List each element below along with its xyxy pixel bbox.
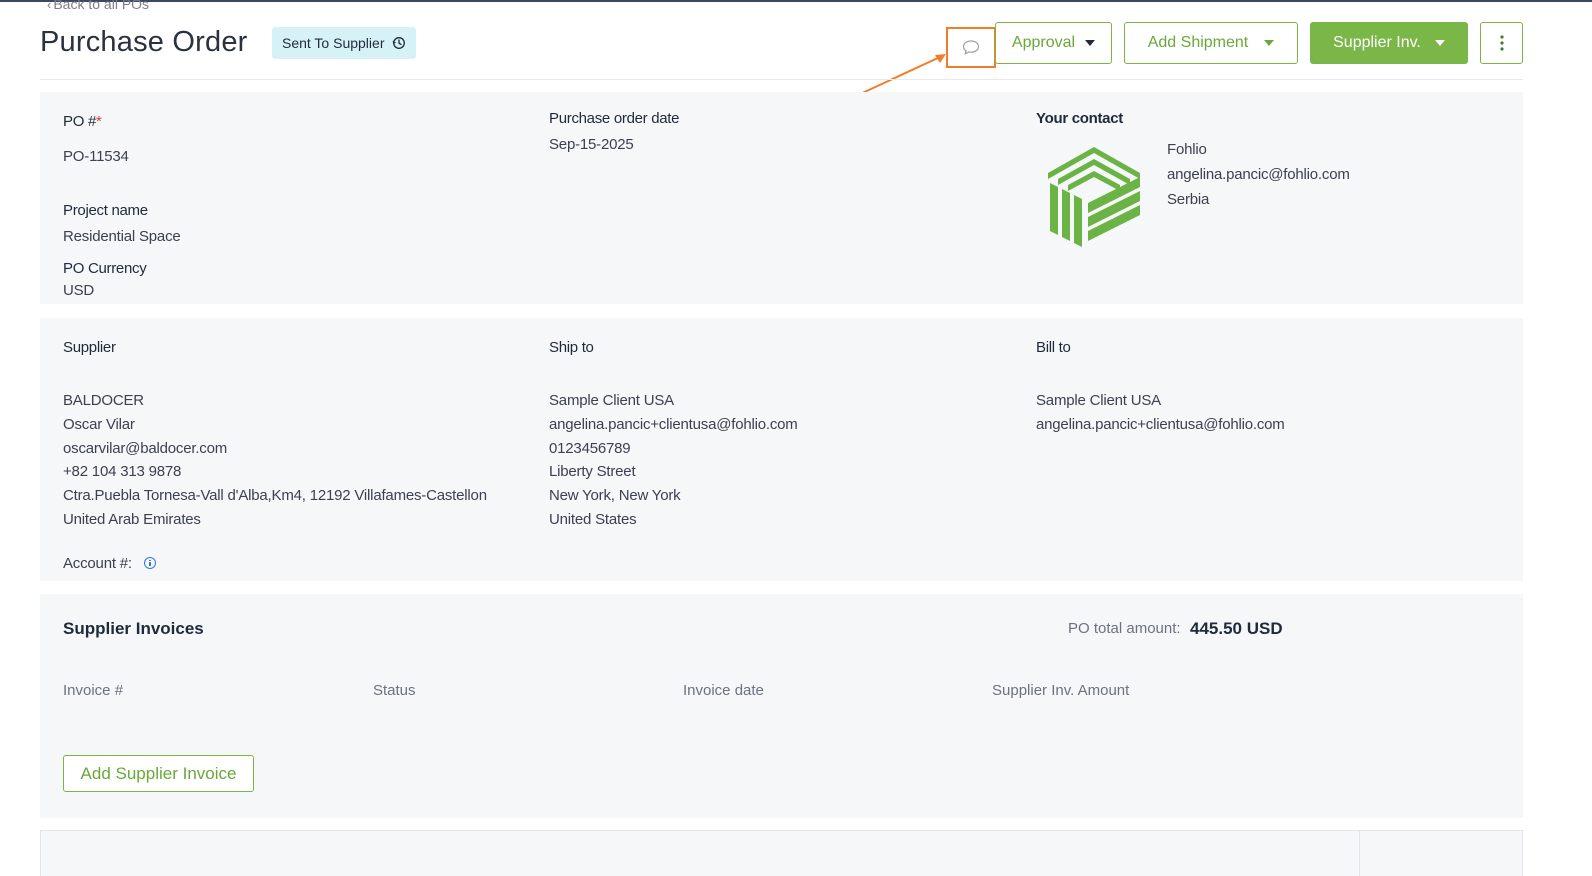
bill-to-details: Sample Client USA angelina.pancic+client… [1036,389,1285,437]
approval-button[interactable]: Approval [995,22,1112,64]
po-currency-value: USD [63,282,95,299]
column-header-status: Status [373,682,416,699]
contact-country: Serbia [1167,190,1210,208]
supplier-label: Supplier [63,339,116,356]
add-shipment-button-label: Add Shipment [1147,34,1249,51]
approval-button-label: Approval [1011,34,1076,51]
back-link[interactable]: ‹ Back to all POs [47,0,149,12]
ship-to-line: New York, New York [549,487,681,505]
bill-to-line: angelina.pancic+clientusa@fohlio.com [1036,415,1285,433]
account-number-row: Account #: [63,555,156,572]
history-icon [393,37,406,49]
supplier-line: Oscar Vilar [63,415,135,433]
po-total-value: 445.50 USD [1190,619,1283,638]
comments-button[interactable] [946,27,996,68]
supplier-invoices-panel [40,594,1523,818]
caret-down-icon [1085,40,1096,46]
status-badge[interactable]: Sent To Supplier [272,27,417,59]
po-date-label: Purchase order date [549,110,680,127]
your-contact-label: Your contact [1036,110,1123,127]
account-number-label: Account #: [63,555,132,572]
po-number-value[interactable]: PO-11534 [63,148,129,165]
supplier-inv-button[interactable]: Supplier Inv. [1310,22,1468,64]
supplier-details: BALDOCER Oscar Vilar oscarvilar@baldocer… [63,389,487,532]
project-name-label: Project name [63,202,148,219]
column-header-amount: Supplier Inv. Amount [992,682,1130,699]
po-total-label: PO total amount: [1068,620,1181,637]
ship-to-line: Liberty Street [549,463,636,481]
ship-to-label: Ship to [549,339,594,356]
add-supplier-invoice-button[interactable]: Add Supplier Invoice [63,755,254,792]
project-name-value: Residential Space [63,228,181,245]
ship-to-line: 0123456789 [549,439,631,457]
supplier-line: BALDOCER [63,392,144,409]
add-shipment-button[interactable]: Add Shipment [1124,22,1298,64]
fohlio-logo-icon [1048,147,1140,247]
column-divider [1359,831,1360,876]
info-icon[interactable] [143,557,156,569]
bill-to-label: Bill to [1036,339,1071,356]
contact-details: Fohlio angelina.pancic@fohlio.com Serbia [1167,138,1350,211]
supplier-inv-button-label: Supplier Inv. [1333,34,1421,51]
contact-email: angelina.pancic@fohlio.com [1167,165,1350,183]
page-title: Purchase Order [40,26,248,58]
chevron-left-icon: ‹ [47,0,52,12]
contact-company: Fohlio [1167,141,1207,158]
ship-to-line: angelina.pancic+clientusa@fohlio.com [549,415,798,433]
more-options-button[interactable] [1480,22,1523,64]
supplier-line: United Arab Emirates [63,510,201,528]
ship-to-line: United States [549,510,637,528]
required-marker: * [95,113,102,130]
line-items-panel [40,830,1523,876]
supplier-line: oscarvilar@baldocer.com [63,439,228,457]
comment-icon [962,39,980,55]
caret-down-icon [1434,40,1445,46]
po-currency-label: PO Currency [63,260,147,277]
top-border [0,0,1592,2]
column-header-invoice-date: Invoice date [683,682,764,699]
supplier-line: Ctra.Puebla Tornesa-Vall d'Alba,Km4, 121… [63,487,487,505]
ship-to-details: Sample Client USA angelina.pancic+client… [549,389,798,532]
po-number-label-text: PO # [63,113,96,130]
supplier-invoices-title: Supplier Invoices [63,619,204,638]
header-divider [40,79,1523,80]
back-link-label: Back to all POs [53,0,150,12]
bill-to-line: Sample Client USA [1036,392,1161,409]
more-vertical-icon [1499,35,1504,51]
caret-down-icon [1264,40,1275,46]
status-badge-label: Sent To Supplier [282,35,385,51]
po-date-value[interactable]: Sep-15-2025 [549,136,634,153]
ship-to-line: Sample Client USA [549,392,674,409]
column-header-invoice-number: Invoice # [63,682,124,699]
po-number-label: PO #* [63,113,102,130]
supplier-line: +82 104 313 9878 [63,463,182,481]
